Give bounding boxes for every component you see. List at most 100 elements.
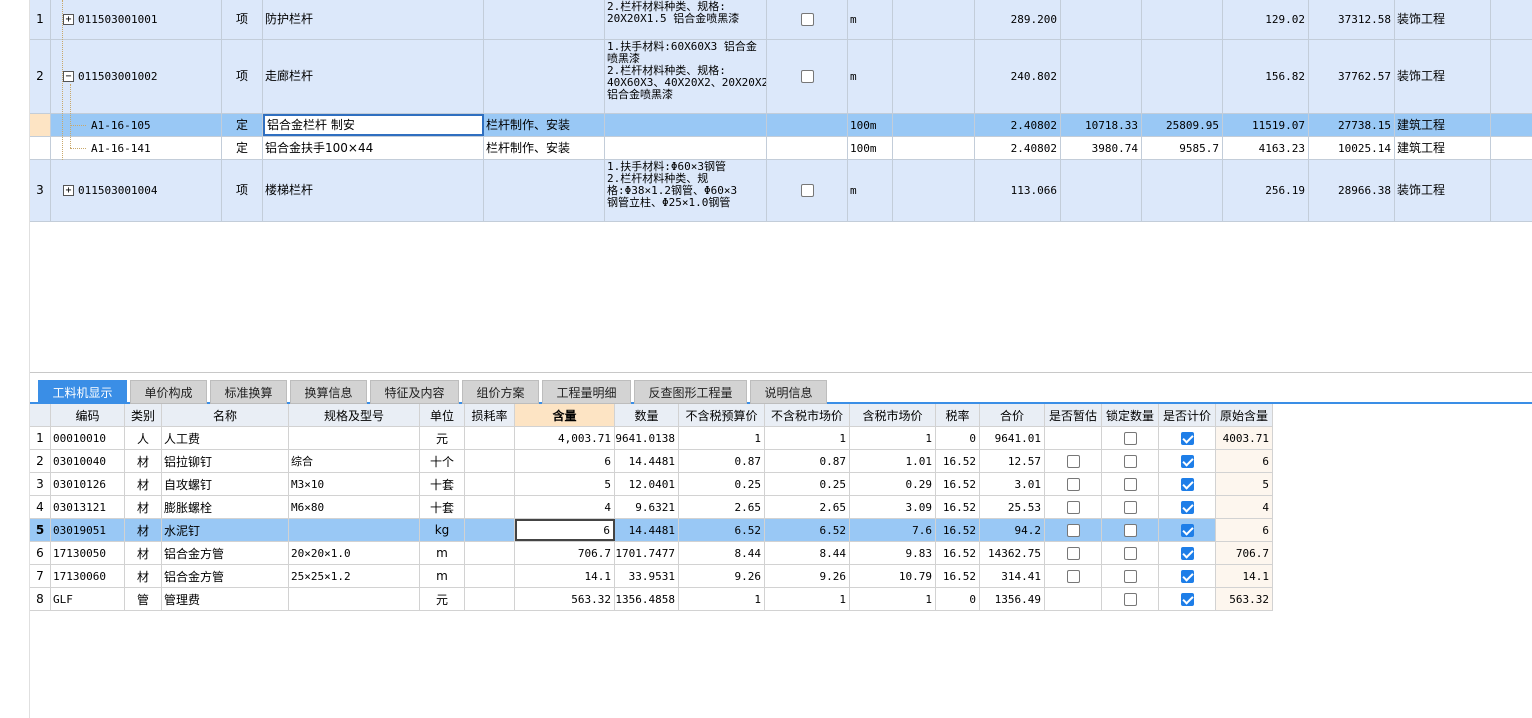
tax-rate-cell[interactable]: 16.52 xyxy=(936,496,980,518)
is-priced-cell[interactable] xyxy=(1159,450,1216,472)
category-cell[interactable]: 材 xyxy=(125,565,162,587)
checkbox[interactable] xyxy=(1123,592,1137,606)
code-cell[interactable]: + 011503001001 xyxy=(51,0,222,39)
unit-cell[interactable]: 十套 xyxy=(420,496,465,518)
tab-standard-conversion[interactable]: 标准换算 xyxy=(210,380,287,404)
market-price-tax-cell[interactable]: 9.83 xyxy=(850,542,936,564)
name-cell[interactable]: 铝合金方管 xyxy=(162,565,289,587)
tax-rate-cell[interactable]: 16.52 xyxy=(936,565,980,587)
spec-cell[interactable] xyxy=(289,588,420,610)
value-cell-1[interactable] xyxy=(1061,40,1142,113)
lock-quantity-cell[interactable] xyxy=(1102,427,1159,449)
category-cell[interactable]: 材 xyxy=(125,450,162,472)
unit-cell[interactable]: m xyxy=(848,160,893,221)
provisional-cell[interactable] xyxy=(1045,542,1102,564)
total-cell[interactable]: 25.53 xyxy=(980,496,1045,518)
total-cell[interactable]: 14362.75 xyxy=(980,542,1045,564)
checkbox-checked[interactable] xyxy=(1180,431,1194,445)
market-price-tax-cell[interactable]: 7.6 xyxy=(850,519,936,541)
checkbox[interactable] xyxy=(1066,569,1080,583)
market-price-cell[interactable]: 9.26 xyxy=(765,565,850,587)
category-cell[interactable]: 材 xyxy=(125,519,162,541)
checkbox[interactable] xyxy=(800,13,814,26)
table-row[interactable]: A1-16-141 定 铝合金扶手100×44 栏杆制作、安装 100m 2.4… xyxy=(30,137,1532,160)
spec-cell[interactable]: 25×25×1.2 xyxy=(289,565,420,587)
spec-cell[interactable]: M6×80 xyxy=(289,496,420,518)
tax-rate-cell[interactable]: 16.52 xyxy=(936,542,980,564)
original-content-cell[interactable]: 706.7 xyxy=(1216,542,1273,564)
budget-price-cell[interactable]: 0.87 xyxy=(679,450,765,472)
category-cell[interactable]: 材 xyxy=(125,473,162,495)
is-priced-cell[interactable] xyxy=(1159,427,1216,449)
flag-cell[interactable] xyxy=(767,40,848,113)
table-row-selected[interactable]: 5 03019051 材水泥钉 kg 6 14.4481 6.52 6.52 7.6 16.52 9… xyxy=(30,519,1273,542)
budget-price-cell[interactable]: 1 xyxy=(679,427,765,449)
col-quantity[interactable]: 数量 xyxy=(615,404,679,426)
unit-cell[interactable]: 元 xyxy=(420,588,465,610)
table-row[interactable]: 4 03013121 材膨胀螺栓 M6×80 十套 4 9.6321 2.65 2.65 3.09… xyxy=(30,496,1273,519)
feature-cell[interactable] xyxy=(605,137,767,159)
loss-rate-cell[interactable] xyxy=(465,565,515,587)
original-content-cell[interactable]: 6 xyxy=(1216,519,1273,541)
content-cell[interactable]: 6 xyxy=(515,519,615,541)
content-cell[interactable]: 栏杆制作、安装 xyxy=(484,137,605,159)
tab-features-content[interactable]: 特征及内容 xyxy=(370,380,459,404)
market-price-tax-cell[interactable]: 1 xyxy=(850,427,936,449)
category-cell[interactable]: 材 xyxy=(125,496,162,518)
checkbox[interactable] xyxy=(1123,523,1137,537)
loss-rate-cell[interactable] xyxy=(465,542,515,564)
qty-cell[interactable]: 2.40802 xyxy=(975,137,1061,159)
total-cell[interactable]: 94.2 xyxy=(980,519,1045,541)
checkbox[interactable] xyxy=(1123,500,1137,514)
total-cell[interactable]: 1356.49 xyxy=(980,588,1045,610)
quantity-cell[interactable]: 12.0401 xyxy=(615,473,679,495)
market-price-cell[interactable]: 8.44 xyxy=(765,542,850,564)
budget-price-cell[interactable]: 2.65 xyxy=(679,496,765,518)
unit-price-cell[interactable]: 4163.23 xyxy=(1223,137,1309,159)
unit-cell[interactable]: 元 xyxy=(420,427,465,449)
col-original-content[interactable]: 原始含量 xyxy=(1216,404,1273,426)
provisional-cell[interactable] xyxy=(1045,519,1102,541)
checkbox-checked[interactable] xyxy=(1180,546,1194,560)
loss-rate-cell[interactable] xyxy=(465,496,515,518)
original-content-cell[interactable]: 14.1 xyxy=(1216,565,1273,587)
tax-rate-cell[interactable]: 16.52 xyxy=(936,473,980,495)
market-price-cell[interactable]: 0.87 xyxy=(765,450,850,472)
code-cell[interactable]: 17130060 xyxy=(51,565,125,587)
name-cell[interactable]: 管理费 xyxy=(162,588,289,610)
checkbox[interactable] xyxy=(1066,546,1080,560)
content-cell[interactable]: 14.1 xyxy=(515,565,615,587)
checkbox[interactable] xyxy=(1066,523,1080,537)
market-price-cell[interactable]: 1 xyxy=(765,427,850,449)
market-price-cell[interactable]: 0.25 xyxy=(765,473,850,495)
col-category[interactable]: 类别 xyxy=(125,404,162,426)
name-cell[interactable]: 铝合金扶手100×44 xyxy=(263,137,484,159)
total-cell[interactable]: 9641.01 xyxy=(980,427,1045,449)
total-cell[interactable]: 28966.38 xyxy=(1309,160,1395,221)
original-content-cell[interactable]: 6 xyxy=(1216,450,1273,472)
provisional-cell[interactable] xyxy=(1045,496,1102,518)
value-cell-1[interactable]: 10718.33 xyxy=(1061,114,1142,136)
is-priced-cell[interactable] xyxy=(1159,473,1216,495)
is-priced-cell[interactable] xyxy=(1159,588,1216,610)
code-cell[interactable]: − 011503001002 xyxy=(51,40,222,113)
total-cell[interactable]: 10025.14 xyxy=(1309,137,1395,159)
quantity-cell[interactable]: 1356.4858 xyxy=(615,588,679,610)
table-row[interactable]: 3 03010126 材自攻螺钉 M3×10 十套 5 12.0401 0.25 0.25 0.2… xyxy=(30,473,1273,496)
quantity-cell[interactable]: 1701.7477 xyxy=(615,542,679,564)
table-row[interactable]: 2 03010040 材铝拉铆钉 综合 十个 6 14.4481 0.87 0.87 1.01 16… xyxy=(30,450,1273,473)
lock-quantity-cell[interactable] xyxy=(1102,450,1159,472)
unit-cell[interactable]: m xyxy=(420,565,465,587)
expand-icon[interactable]: + xyxy=(63,185,74,196)
table-row[interactable]: 3 + 011503001004 项 楼梯栏杆 1.扶手材料:Φ60×3钢管 2… xyxy=(30,160,1532,222)
checkbox[interactable] xyxy=(800,184,814,197)
expr-cell[interactable] xyxy=(893,160,975,221)
col-provisional[interactable]: 是否暂估 xyxy=(1045,404,1102,426)
checkbox-checked[interactable] xyxy=(1180,523,1194,537)
quantity-cell[interactable]: 9641.0138 xyxy=(615,427,679,449)
col-tax-rate[interactable]: 税率 xyxy=(936,404,980,426)
tab-quantity-details[interactable]: 工程量明细 xyxy=(542,380,631,404)
spec-cell[interactable]: M3×10 xyxy=(289,473,420,495)
checkbox-checked[interactable] xyxy=(1180,592,1194,606)
tab-reverse-graphic-quantity[interactable]: 反查图形工程量 xyxy=(634,380,747,404)
